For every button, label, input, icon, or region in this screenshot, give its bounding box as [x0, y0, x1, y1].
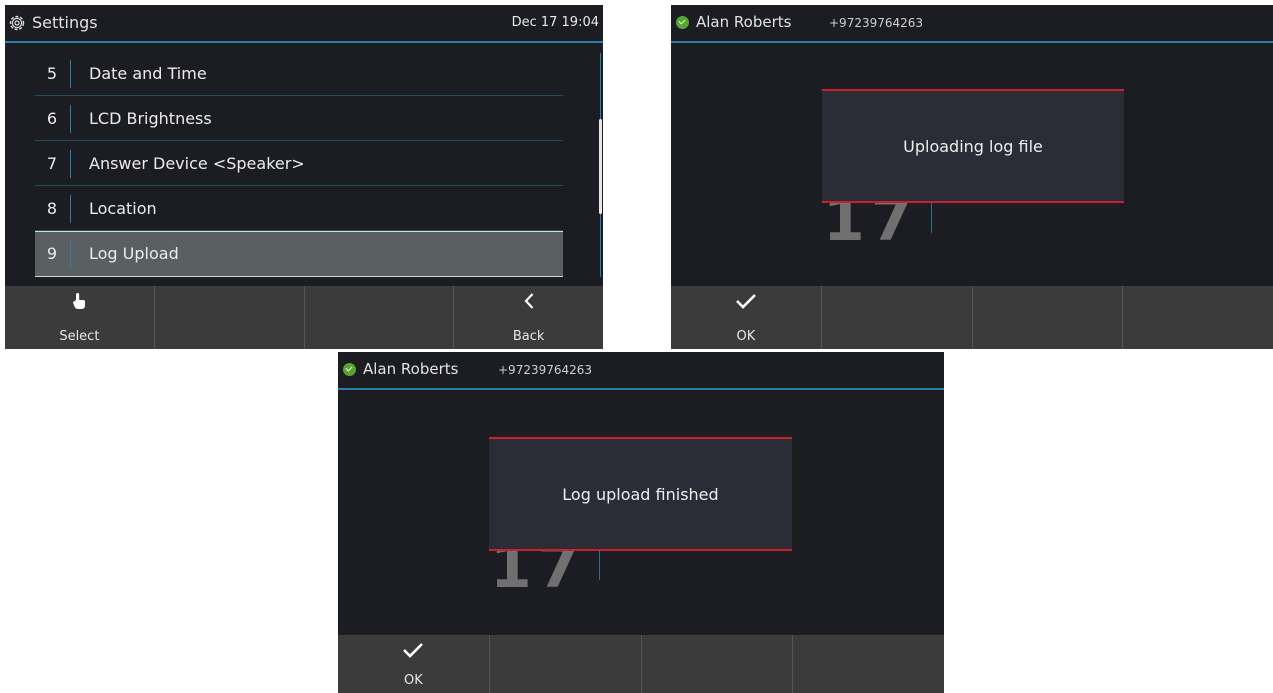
- divider: [35, 185, 563, 186]
- scrollbar-thumb[interactable]: [599, 119, 602, 214]
- phone-number: +97239764263: [829, 16, 924, 30]
- menu-item-label: Answer Device <Speaker>: [89, 154, 305, 173]
- softkey-bar: OK: [338, 635, 944, 693]
- phone-number: +97239764263: [498, 363, 593, 377]
- menu-item-number: 7: [46, 154, 58, 173]
- menu-item-label: Log Upload: [89, 244, 179, 263]
- menu-item-number: 6: [46, 109, 58, 128]
- page-title: Settings: [32, 13, 98, 32]
- dialog-message: Log upload finished: [562, 484, 719, 504]
- gear-icon: [7, 13, 27, 37]
- dialog-message: Uploading log file: [903, 136, 1043, 156]
- checkmark-icon: [338, 641, 489, 663]
- divider: [70, 150, 71, 178]
- date-time: Dec 17 19:04: [511, 15, 599, 30]
- divider: [35, 140, 563, 141]
- divider: [931, 200, 932, 233]
- user-name: Alan Roberts: [363, 360, 459, 378]
- ok-softkey[interactable]: OK: [671, 286, 822, 349]
- online-status-icon: [676, 16, 689, 29]
- softkey-empty[interactable]: [822, 286, 973, 349]
- softkey-empty[interactable]: [1123, 286, 1273, 349]
- back-label: Back: [512, 329, 545, 344]
- finished-dialog: Log upload finished: [489, 437, 792, 551]
- menu-item-number: 8: [46, 199, 58, 218]
- softkey-empty[interactable]: [793, 635, 944, 693]
- menu-item-answer-device[interactable]: 7 Answer Device <Speaker>: [35, 142, 563, 186]
- softkey-empty[interactable]: [155, 286, 305, 349]
- header-bar: Settings Dec 17 19:04: [5, 5, 603, 43]
- softkey-empty[interactable]: [973, 286, 1124, 349]
- softkey-empty[interactable]: [305, 286, 455, 349]
- idle-screen-finished: Alan Roberts +97239764263 17 Log upload …: [338, 352, 944, 693]
- divider: [70, 60, 71, 88]
- divider: [35, 95, 563, 96]
- user-name: Alan Roberts: [696, 13, 792, 31]
- back-softkey[interactable]: Back: [454, 286, 603, 349]
- settings-screen: Settings Dec 17 19:04 5 Date and Time 6 …: [5, 5, 603, 349]
- menu-item-location[interactable]: 8 Location: [35, 187, 563, 231]
- menu-item-label: Location: [89, 199, 157, 218]
- uploading-dialog: Uploading log file: [822, 89, 1124, 203]
- divider: [70, 240, 71, 268]
- menu-item-label: LCD Brightness: [89, 109, 212, 128]
- menu-item-label: Date and Time: [89, 64, 207, 83]
- ok-label: OK: [736, 329, 756, 344]
- chevron-left-icon: [454, 292, 603, 314]
- checkmark-icon: [671, 292, 821, 314]
- menu-item-number: 9: [46, 244, 58, 263]
- menu-item-number: 5: [46, 64, 58, 83]
- header-bar: Alan Roberts +97239764263: [671, 5, 1273, 43]
- select-softkey[interactable]: Select: [5, 286, 155, 349]
- menu-item-log-upload[interactable]: 9 Log Upload: [35, 231, 563, 277]
- menu-item-lcd-brightness[interactable]: 6 LCD Brightness: [35, 97, 563, 141]
- divider: [70, 195, 71, 223]
- menu-item-date-time[interactable]: 5 Date and Time: [35, 52, 563, 96]
- softkey-bar: Select Back: [5, 286, 603, 349]
- hand-pointer-icon: [5, 292, 154, 314]
- header-bar: Alan Roberts +97239764263: [338, 352, 944, 390]
- select-label: Select: [59, 329, 100, 344]
- softkey-empty[interactable]: [490, 635, 642, 693]
- softkey-empty[interactable]: [642, 635, 794, 693]
- softkey-bar: OK: [671, 286, 1273, 349]
- divider: [599, 547, 600, 580]
- idle-screen-uploading: Alan Roberts +97239764263 17 Uploading l…: [671, 5, 1273, 349]
- divider: [70, 105, 71, 133]
- ok-softkey[interactable]: OK: [338, 635, 490, 693]
- ok-label: OK: [403, 673, 423, 688]
- online-status-icon: [343, 363, 356, 376]
